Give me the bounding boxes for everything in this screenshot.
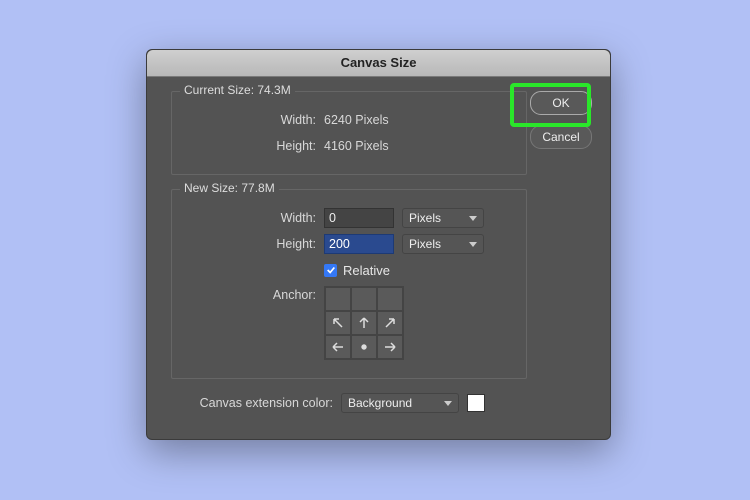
anchor-grid[interactable] (324, 286, 404, 360)
current-size-fieldset: Current Size: 74.3M Width: 6240 Pixels H… (171, 91, 527, 175)
arrow-nw-icon (331, 316, 345, 330)
canvas-size-dialog: Canvas Size Current Size: 74.3M Width: 6… (146, 49, 611, 440)
relative-label: Relative (343, 263, 390, 278)
arrow-left-icon (331, 340, 345, 354)
dialog-body: Current Size: 74.3M Width: 6240 Pixels H… (147, 77, 610, 429)
new-size-legend: New Size: 77.8M (180, 181, 279, 195)
checkmark-icon (326, 265, 336, 275)
anchor-cell-c[interactable] (351, 311, 377, 335)
arrow-ne-icon (383, 316, 397, 330)
current-width-value: 6240 Pixels (324, 113, 389, 127)
new-width-unit-select[interactable]: Pixels (402, 208, 484, 228)
anchor-label: Anchor: (186, 286, 324, 302)
current-height-label: Height: (186, 139, 324, 153)
anchor-cell-ne[interactable] (377, 287, 403, 311)
arrow-up-icon (357, 316, 371, 330)
extension-color-row: Canvas extension color: Background (171, 393, 592, 413)
arrow-right-icon (383, 340, 397, 354)
anchor-cell-s[interactable] (351, 335, 377, 359)
anchor-cell-se[interactable] (377, 335, 403, 359)
extension-color-select[interactable]: Background (341, 393, 459, 413)
anchor-center-icon (357, 340, 371, 354)
new-size-fieldset: New Size: 77.8M Width: Pixels Height: Pi… (171, 189, 527, 379)
new-height-label: Height: (186, 237, 324, 251)
extension-color-label: Canvas extension color: (171, 396, 341, 410)
ok-button[interactable]: OK (530, 91, 592, 115)
dialog-buttons: OK Cancel (530, 91, 592, 149)
anchor-cell-nw[interactable] (325, 287, 351, 311)
current-width-label: Width: (186, 113, 324, 127)
relative-checkbox[interactable] (324, 264, 337, 277)
anchor-cell-n[interactable] (351, 287, 377, 311)
new-height-unit-select[interactable]: Pixels (402, 234, 484, 254)
new-width-input[interactable] (324, 208, 394, 228)
dialog-title: Canvas Size (147, 50, 610, 77)
cancel-button[interactable]: Cancel (530, 125, 592, 149)
new-width-label: Width: (186, 211, 324, 225)
current-size-legend: Current Size: 74.3M (180, 83, 295, 97)
extension-color-swatch[interactable] (467, 394, 485, 412)
anchor-cell-sw[interactable] (325, 335, 351, 359)
anchor-cell-e[interactable] (377, 311, 403, 335)
new-height-input[interactable] (324, 234, 394, 254)
current-height-value: 4160 Pixels (324, 139, 389, 153)
anchor-cell-w[interactable] (325, 311, 351, 335)
